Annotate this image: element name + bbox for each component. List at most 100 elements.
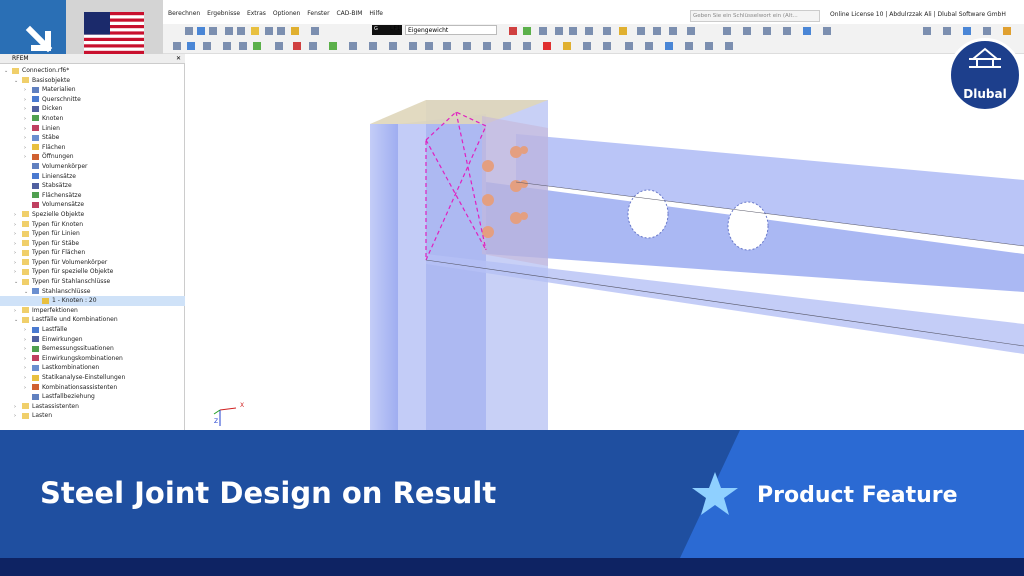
steel-joint-model [370,100,1024,430]
folder-icon [22,249,29,256]
menu-hilfe[interactable]: Hilfe [369,10,383,17]
tree-item[interactable]: › Typen für spezielle Objekte [0,267,185,277]
tree-item[interactable]: › Querschnitte [0,95,185,105]
tree-item[interactable]: Stabsätze [0,181,185,191]
tree-item-label: Typen für Volumenkörper [32,258,108,266]
object-icon [32,96,39,103]
tree-item[interactable]: › Typen für Linien [0,229,185,239]
license-info: Online License 10 | Abdulrzzak Ali | Dlu… [830,11,1006,18]
navigator-tab: RFEM ✕ [0,54,185,64]
keyword-search-input[interactable]: Geben Sie ein Schlüsselwort ein (Alt... [690,10,820,22]
tree-item[interactable]: › Lastkombinationen [0,363,185,373]
close-icon[interactable]: ✕ [176,55,181,62]
x-axis-label: X [240,402,245,409]
object-icon [32,105,39,112]
folder-icon [22,278,29,285]
tree-item[interactable]: › Bemessungssituationen [0,344,185,354]
tree-item[interactable]: Liniensätze [0,172,185,182]
chevron-right-icon[interactable]: › [14,412,22,422]
tree-item[interactable]: › Typen für Knoten [0,220,185,230]
object-icon [32,173,39,180]
tree-item-label: Lastfälle [42,326,68,334]
tree-item-label: Flächen [42,143,66,151]
menu-extras[interactable]: Extras [247,10,266,17]
object-icon [32,125,39,132]
3d-viewport[interactable] [186,54,1024,430]
loadcase-id: LF1 [390,25,401,32]
loadcase-select[interactable]: Eigengewicht [405,25,497,35]
bridge-logo-icon [969,47,1001,68]
toolbar [163,24,1024,54]
tree-item[interactable]: › Spezielle Objekte [0,210,185,220]
web-opening-2 [727,201,769,251]
tree-item[interactable]: › Dicken [0,104,185,114]
object-icon [32,153,39,160]
tree-item[interactable]: › Imperfektionen [0,306,185,316]
tree-item[interactable]: › Typen für Volumenkörper [0,258,185,268]
tree-item[interactable]: ⌄ Connection.rf6* [0,66,185,76]
tree-item[interactable]: 1 - Knoten : 20 [0,296,185,306]
tree-item[interactable]: ⌄ Lastfälle und Kombinationen [0,315,185,325]
folder-icon [22,77,29,84]
object-icon [32,182,39,189]
tree-item-label: Flächensätze [42,191,82,199]
menu-fenster[interactable]: Fenster [307,10,329,17]
tree-item[interactable]: ⌄ Stahlanschlüsse [0,287,185,297]
tree-item-label: Bemessungssituationen [42,345,114,353]
tree-item[interactable]: Lastfallbeziehung [0,392,185,402]
tree-item-label: Lastfallbeziehung [42,393,95,401]
tree-item-label: Typen für Stahlanschlüsse [32,278,111,286]
object-icon [32,163,39,170]
object-icon [42,297,49,304]
tree-item-label: Stahlanschlüsse [42,287,91,295]
tree-item[interactable]: › Flächen [0,143,185,153]
tree-item[interactable]: › Typen für Flächen [0,248,185,258]
tree-item[interactable]: › Statikanalyse-Einstellungen [0,373,185,383]
object-icon [32,144,39,151]
tree-item[interactable]: Volumenkörper [0,162,185,172]
object-icon [32,326,39,333]
object-icon [32,134,39,141]
tree-item-label: Volumenkörper [42,162,88,170]
tree-item-label: Connection.rf6* [22,67,70,74]
dlubal-logo: Dlubal [948,38,1022,112]
tree-item[interactable]: › Stäbe [0,133,185,143]
tree-item[interactable]: › Lastassistenten [0,402,185,412]
tree-item[interactable]: › Lasten [0,411,185,421]
menu-berechnen[interactable]: Berechnen [168,10,200,17]
menu-cad-bim[interactable]: CAD-BIM [336,10,362,17]
tree-item[interactable]: ⌄ Typen für Stahlanschlüsse [0,277,185,287]
object-icon [32,192,39,199]
tree-item[interactable]: › Linien [0,124,185,134]
tree-item-label: Basisobjekte [32,76,71,84]
logo-text: Dlubal [963,87,1007,101]
tree-item[interactable]: › Knoten [0,114,185,124]
product-feature-label: Product Feature [757,483,958,508]
folder-icon [22,259,29,266]
tree-item-label: Kombinationsassistenten [42,383,118,391]
tree-item-label: Lastkombinationen [42,364,100,372]
object-icon [32,86,39,93]
tree-item-label: Einwirkungen [42,335,83,343]
tree-item[interactable]: › Kombinationsassistenten [0,383,185,393]
folder-icon [22,316,29,323]
menu-optionen[interactable]: Optionen [273,10,301,17]
tree-item[interactable]: Volumensätze [0,200,185,210]
column-flange-left [370,124,398,430]
tree-item[interactable]: › Lastfälle [0,325,185,335]
tree-item-label: Öffnungen [42,153,74,161]
tree-item-label: Imperfektionen [32,306,78,314]
tree-item[interactable]: › Typen für Stäbe [0,239,185,249]
z-axis-label: Z [214,418,219,425]
tree-item[interactable]: › Einwirkungen [0,335,185,345]
tree-item[interactable]: › Öffnungen [0,152,185,162]
tree-item[interactable]: ⌄ Basisobjekte [0,76,185,86]
tree-item[interactable]: › Materialien [0,85,185,95]
tree-item[interactable]: Flächensätze [0,191,185,201]
object-icon [32,336,39,343]
tree-item-label: Querschnitte [42,95,81,103]
object-icon [32,115,39,122]
menu-ergebnisse[interactable]: Ergebnisse [207,10,240,17]
tree-item[interactable]: › Einwirkungskombinationen [0,354,185,364]
tree-item-label: Liniensätze [42,172,76,180]
